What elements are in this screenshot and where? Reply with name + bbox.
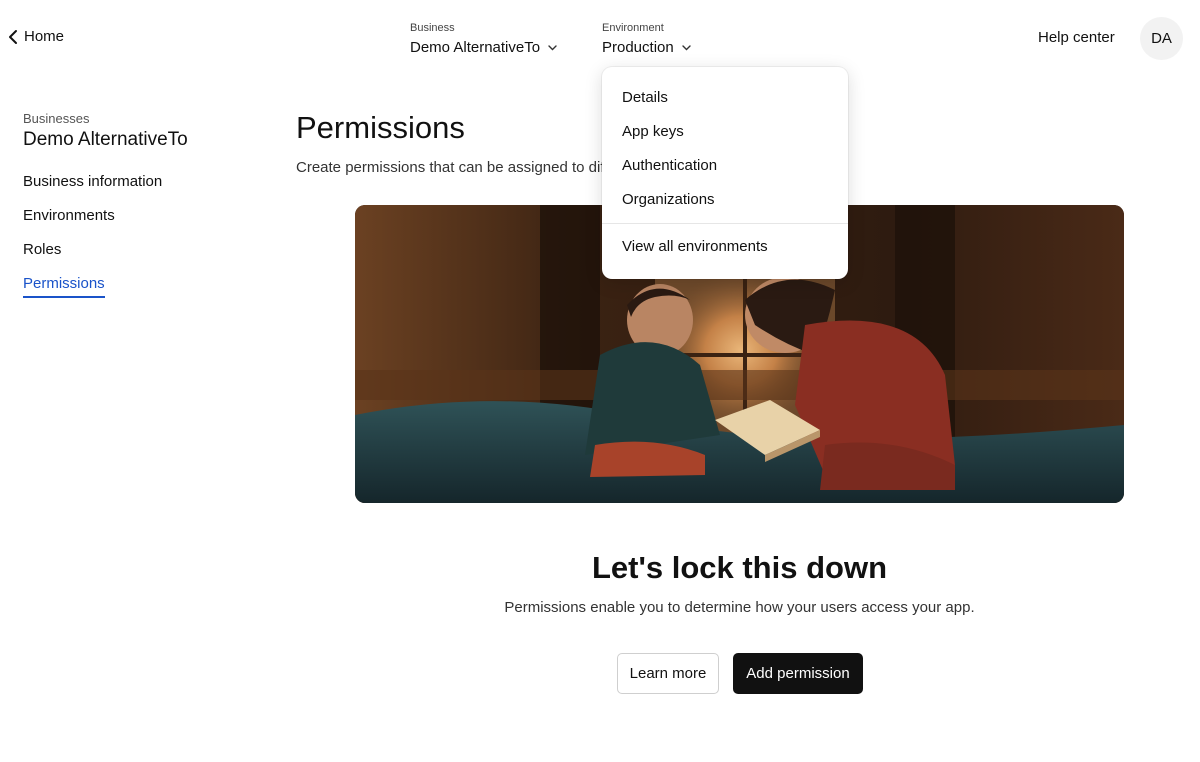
help-center-link[interactable]: Help center — [1038, 29, 1115, 46]
environment-selector-label: Environment — [602, 22, 664, 34]
learn-more-button[interactable]: Learn more — [617, 653, 719, 694]
business-selector-label: Business — [410, 22, 455, 34]
environment-selector-value: Production — [602, 39, 674, 56]
menu-divider — [602, 223, 848, 224]
menu-item-view-all-environments[interactable]: View all environments — [602, 230, 848, 264]
sidebar-item-label: Business information — [23, 173, 163, 190]
sidebar-item-label: Roles — [23, 241, 62, 258]
chevron-left-icon — [9, 29, 17, 44]
sidebar-business-name: Demo AlternativeTo — [23, 129, 188, 150]
chevron-down-icon — [548, 44, 557, 50]
sidebar-item-environments[interactable]: Environments — [23, 205, 243, 239]
menu-item-app-keys[interactable]: App keys — [602, 115, 848, 149]
home-link[interactable]: Home — [8, 28, 64, 45]
sidebar-item-permissions[interactable]: Permissions — [23, 273, 243, 307]
sidebar: Businesses Demo AlternativeTo Business i… — [23, 111, 243, 307]
page-title: Permissions — [296, 110, 465, 145]
page-description: Create permissions that can be assigned … — [296, 159, 617, 176]
empty-state-title: Let's lock this down — [591, 550, 887, 585]
sidebar-nav: Business information Environments Roles … — [23, 171, 243, 307]
menu-item-authentication[interactable]: Authentication — [602, 149, 848, 183]
business-selector[interactable]: Business Demo AlternativeTo — [410, 22, 557, 57]
business-selector-value: Demo AlternativeTo — [410, 39, 541, 56]
sidebar-item-roles[interactable]: Roles — [23, 239, 243, 273]
avatar[interactable]: DA — [1140, 17, 1183, 60]
add-permission-button[interactable]: Add permission — [733, 653, 863, 694]
home-label: Home — [24, 28, 65, 45]
sidebar-section-label: Businesses — [23, 111, 90, 126]
sidebar-item-business-information[interactable]: Business information — [23, 171, 243, 205]
chevron-down-icon — [682, 44, 691, 50]
sidebar-item-label: Permissions — [23, 273, 105, 298]
menu-item-organizations[interactable]: Organizations — [602, 183, 848, 217]
sidebar-item-label: Environments — [23, 207, 115, 224]
environment-selector[interactable]: Environment Production — [602, 22, 691, 57]
empty-state-description: Permissions enable you to determine how … — [504, 599, 975, 616]
menu-item-details[interactable]: Details — [602, 81, 848, 115]
environment-dropdown-menu: Details App keys Authentication Organiza… — [602, 67, 848, 279]
